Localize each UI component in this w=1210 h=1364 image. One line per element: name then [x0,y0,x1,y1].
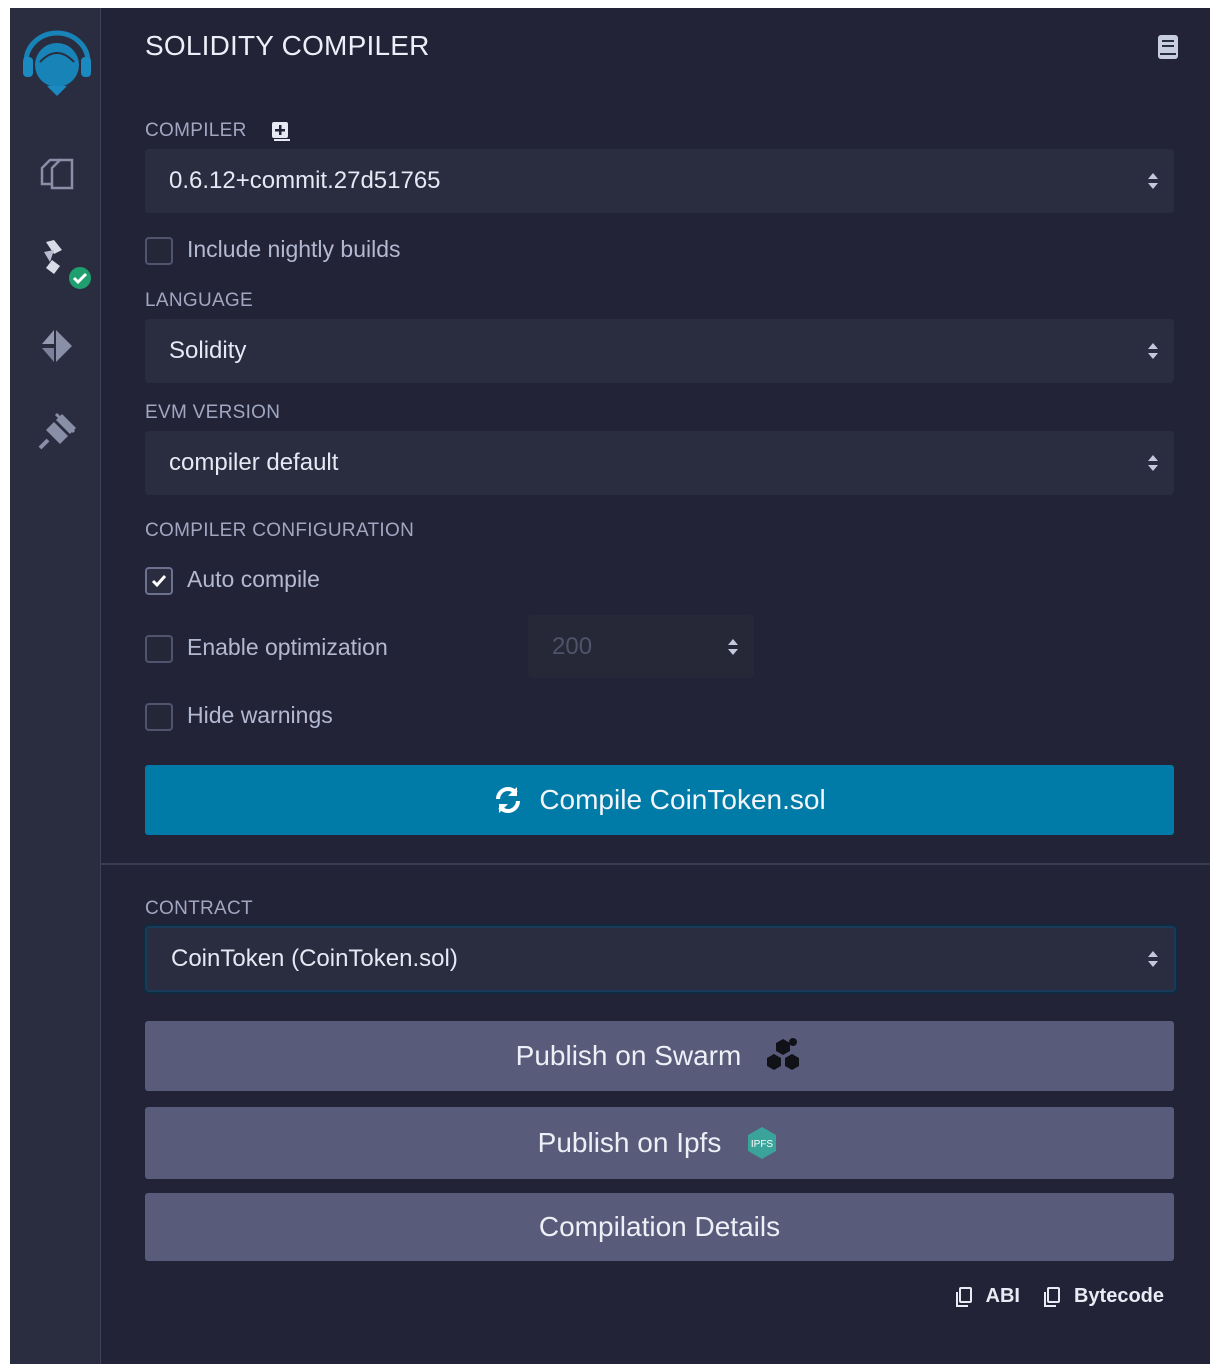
plug-icon[interactable] [36,410,80,454]
add-compiler-icon[interactable] [270,120,292,142]
evm-version-value: compiler default [169,449,339,476]
ethereum-deploy-icon[interactable] [36,324,80,368]
checkmark-icon [151,575,167,588]
select-arrows-icon [1148,343,1158,359]
files-icon[interactable] [36,152,80,196]
language-label: LANGUAGE [145,290,253,311]
publish-swarm-label: Publish on Swarm [515,1040,742,1071]
stepper-arrows-icon[interactable] [726,635,740,659]
app-frame: SOLIDITY COMPILER COMPILER 0.6.12+commit… [10,8,1210,1364]
publish-swarm-button[interactable]: Publish on Swarm [145,1021,1174,1091]
compilation-details-label: Compilation Details [538,1211,781,1242]
nightly-builds-checkbox[interactable] [145,237,173,265]
compile-button-label: Compile CoinToken.sol [539,784,826,815]
copy-links: ABI Bytecode [932,1285,1164,1308]
remix-logo-icon[interactable] [20,30,94,100]
compilation-details-button[interactable]: Compilation Details [145,1193,1174,1261]
publish-ipfs-button[interactable]: Publish on Ipfs IPFS [145,1107,1174,1179]
copy-icon [1043,1286,1060,1307]
compiler-panel: SOLIDITY COMPILER COMPILER 0.6.12+commit… [101,8,1210,1364]
icon-rail [10,8,101,1364]
auto-compile-label: Auto compile [187,566,320,592]
section-divider [101,863,1210,865]
copy-bytecode-label: Bytecode [1073,1285,1164,1307]
optimization-runs-input[interactable]: 200 [528,615,754,678]
compiler-label-text: COMPILER [145,120,247,142]
copy-icon [955,1286,972,1307]
optimization-runs-value: 200 [552,633,593,660]
refresh-icon [496,787,521,813]
evm-version-select[interactable]: compiler default [145,431,1174,495]
book-icon[interactable] [1156,34,1180,60]
select-arrows-icon [1148,455,1158,471]
contract-label: CONTRACT [145,898,253,919]
optimization-label: Enable optimization [187,634,388,660]
contract-select[interactable]: CoinToken (CoinToken.sol) [145,926,1176,992]
copy-abi-button[interactable]: ABI [954,1285,1020,1308]
swarm-icon [767,1038,800,1070]
language-value: Solidity [169,337,247,364]
contract-value: CoinToken (CoinToken.sol) [171,945,458,972]
optimization-checkbox[interactable] [145,635,173,663]
compiler-label: COMPILER [145,120,292,142]
compiler-version-value: 0.6.12+commit.27d51765 [169,167,441,194]
select-arrows-icon [1148,173,1158,189]
compile-button[interactable]: Compile CoinToken.sol [145,765,1174,835]
copy-abi-label: ABI [985,1285,1020,1307]
hide-warnings-checkbox[interactable] [145,703,173,731]
compiler-version-select[interactable]: 0.6.12+commit.27d51765 [145,149,1174,213]
solidity-compiler-icon[interactable] [36,238,96,298]
panel-title: SOLIDITY COMPILER [145,30,430,61]
ipfs-icon: IPFS [748,1127,777,1159]
evm-version-label: EVM VERSION [145,402,281,423]
publish-ipfs-label: Publish on Ipfs [537,1127,722,1158]
compiler-config-label: COMPILER CONFIGURATION [145,520,415,541]
copy-bytecode-button[interactable]: Bytecode [1042,1285,1164,1308]
nightly-builds-label: Include nightly builds [187,236,401,262]
hide-warnings-label: Hide warnings [187,702,333,728]
language-select[interactable]: Solidity [145,319,1174,383]
ipfs-badge-text: IPFS [751,1139,774,1150]
auto-compile-checkbox[interactable] [145,567,173,595]
select-arrows-icon [1148,951,1158,967]
